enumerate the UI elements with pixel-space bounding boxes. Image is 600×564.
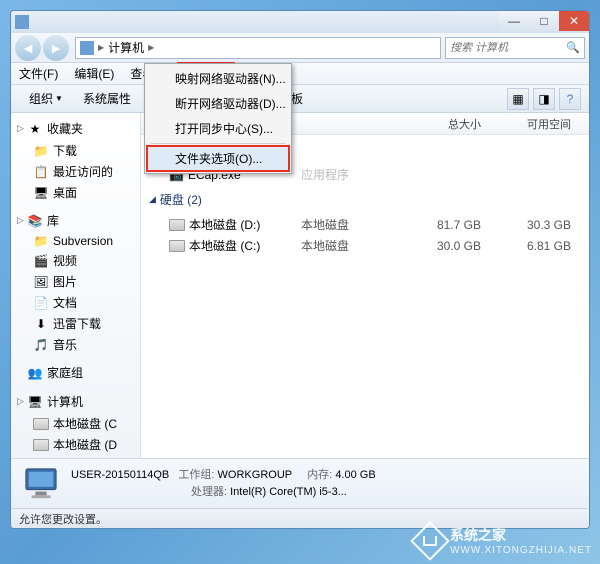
document-icon: 📄 xyxy=(33,296,49,310)
search-input[interactable] xyxy=(450,42,566,54)
sidebar-item-xunlei[interactable]: ⬇迅雷下载 xyxy=(11,313,140,334)
help-button[interactable]: ? xyxy=(559,88,581,110)
navigation-pane[interactable]: ▷★收藏夹 📁下载 📋最近访问的 🖥桌面 ▷📚库 📁Subversion 🎬视频… xyxy=(11,113,141,458)
watermark: 系统之家 WWW.XITONGZHIJIA.NET xyxy=(416,525,592,556)
homegroup-icon: 👥 xyxy=(27,366,43,380)
details-text: USER-20150114QB 工作组: WORKGROUP 内存: 4.00 … xyxy=(71,467,376,500)
library-icon: 📚 xyxy=(27,214,43,228)
list-item-drive-d[interactable]: 本地磁盘 (D:) 本地磁盘 81.7 GB 30.3 GB xyxy=(141,214,589,235)
computer-icon: 🖥 xyxy=(27,395,43,409)
menu-separator xyxy=(151,143,285,144)
forward-button[interactable]: ► xyxy=(43,35,69,61)
menu-disconnect-drive[interactable]: 断开网络驱动器(D)... xyxy=(147,91,289,116)
folder-icon: 📁 xyxy=(33,234,49,248)
video-icon: 🎬 xyxy=(33,254,49,268)
desktop-icon: 🖥 xyxy=(33,186,49,200)
watermark-icon xyxy=(410,521,450,561)
maximize-button[interactable]: □ xyxy=(529,11,559,31)
music-icon: 🎵 xyxy=(33,338,49,352)
sidebar-computer[interactable]: ▷🖥计算机 xyxy=(11,390,140,413)
navigation-row: ◄ ► ▶ 计算机 ▶ 🔍 xyxy=(11,33,589,63)
breadcrumb-sep: ▶ xyxy=(98,43,104,52)
minimize-button[interactable]: — xyxy=(499,11,529,31)
sysprops-button[interactable]: 系统属性 xyxy=(73,88,141,109)
sidebar-item-drive-d[interactable]: 本地磁盘 (D xyxy=(11,434,140,455)
titlebar[interactable]: — □ ✕ xyxy=(11,11,589,33)
sidebar-item-music[interactable]: 🎵音乐 xyxy=(11,334,140,355)
view-mode-button[interactable]: ▦ xyxy=(507,88,529,110)
status-text: 允许您更改设置。 xyxy=(19,511,107,527)
sidebar-item-drive-c[interactable]: 本地磁盘 (C xyxy=(11,413,140,434)
organize-button[interactable]: 组织▼ xyxy=(19,88,73,109)
group-drives[interactable]: ◢ 硬盘 (2) xyxy=(141,185,589,214)
menu-folder-options[interactable]: 文件夹选项(O)... xyxy=(147,146,289,171)
col-free[interactable]: 可用空间 xyxy=(501,116,581,132)
menubar: 文件(F) 编辑(E) 查看(V) 工具(T) 帮助(H) 映射网络驱动器(N)… xyxy=(11,63,589,85)
sidebar-libraries[interactable]: ▷📚库 xyxy=(11,209,140,232)
body-area: ▷★收藏夹 📁下载 📋最近访问的 🖥桌面 ▷📚库 📁Subversion 🎬视频… xyxy=(11,113,589,458)
details-pane: USER-20150114QB 工作组: WORKGROUP 内存: 4.00 … xyxy=(11,458,589,508)
breadcrumb-sep2[interactable]: ▶ xyxy=(148,43,154,52)
window-controls: — □ ✕ xyxy=(499,11,589,31)
sidebar-item-documents[interactable]: 📄文档 xyxy=(11,292,140,313)
back-button[interactable]: ◄ xyxy=(15,35,41,61)
computer-icon xyxy=(80,41,94,55)
pc-name: USER-20150114QB xyxy=(71,469,169,481)
menu-sync-center[interactable]: 打开同步中心(S)... xyxy=(147,116,289,141)
drive-icon xyxy=(169,219,185,231)
picture-icon: 🖼 xyxy=(33,275,49,289)
download-icon: ⬇ xyxy=(33,317,49,331)
address-bar[interactable]: ▶ 计算机 ▶ xyxy=(75,37,441,59)
search-box[interactable]: 🔍 xyxy=(445,37,585,59)
folder-icon: 📁 xyxy=(33,144,49,158)
drive-icon xyxy=(33,418,49,430)
menu-map-drive[interactable]: 映射网络驱动器(N)... xyxy=(147,66,289,91)
close-button[interactable]: ✕ xyxy=(559,11,589,31)
list-item-drive-c[interactable]: 本地磁盘 (C:) 本地磁盘 30.0 GB 6.81 GB xyxy=(141,235,589,256)
toolbar: 组织▼ 系统属性 打开控制面板 ▦ ◨ ? xyxy=(11,85,589,113)
tools-dropdown: 映射网络驱动器(N)... 断开网络驱动器(D)... 打开同步中心(S)...… xyxy=(144,63,292,174)
sidebar-homegroup[interactable]: 👥家庭组 xyxy=(11,361,140,384)
star-icon: ★ xyxy=(27,122,43,136)
sidebar-item-desktop[interactable]: 🖥桌面 xyxy=(11,182,140,203)
recent-icon: 📋 xyxy=(33,165,49,179)
search-icon[interactable]: 🔍 xyxy=(566,41,580,54)
sidebar-item-subversion[interactable]: 📁Subversion xyxy=(11,232,140,250)
sidebar-item-downloads[interactable]: 📁下载 xyxy=(11,140,140,161)
computer-large-icon xyxy=(21,465,61,503)
drive-icon xyxy=(33,439,49,451)
watermark-url: WWW.XITONGZHIJIA.NET xyxy=(450,545,592,556)
drive-icon xyxy=(169,240,185,252)
sidebar-item-pictures[interactable]: 🖼图片 xyxy=(11,271,140,292)
explorer-window: — □ ✕ ◄ ► ▶ 计算机 ▶ 🔍 文件(F) 编辑(E) 查看(V) 工具… xyxy=(10,10,590,529)
menu-file[interactable]: 文件(F) xyxy=(11,63,66,84)
sidebar-item-videos[interactable]: 🎬视频 xyxy=(11,250,140,271)
sidebar-item-recent[interactable]: 📋最近访问的 xyxy=(11,161,140,182)
sidebar-favorites[interactable]: ▷★收藏夹 xyxy=(11,117,140,140)
watermark-brand: 系统之家 xyxy=(450,525,592,545)
col-total[interactable]: 总大小 xyxy=(401,116,501,132)
breadcrumb-item[interactable]: 计算机 xyxy=(108,39,144,56)
menu-edit[interactable]: 编辑(E) xyxy=(66,63,122,84)
window-icon xyxy=(15,15,29,29)
preview-pane-button[interactable]: ◨ xyxy=(533,88,555,110)
